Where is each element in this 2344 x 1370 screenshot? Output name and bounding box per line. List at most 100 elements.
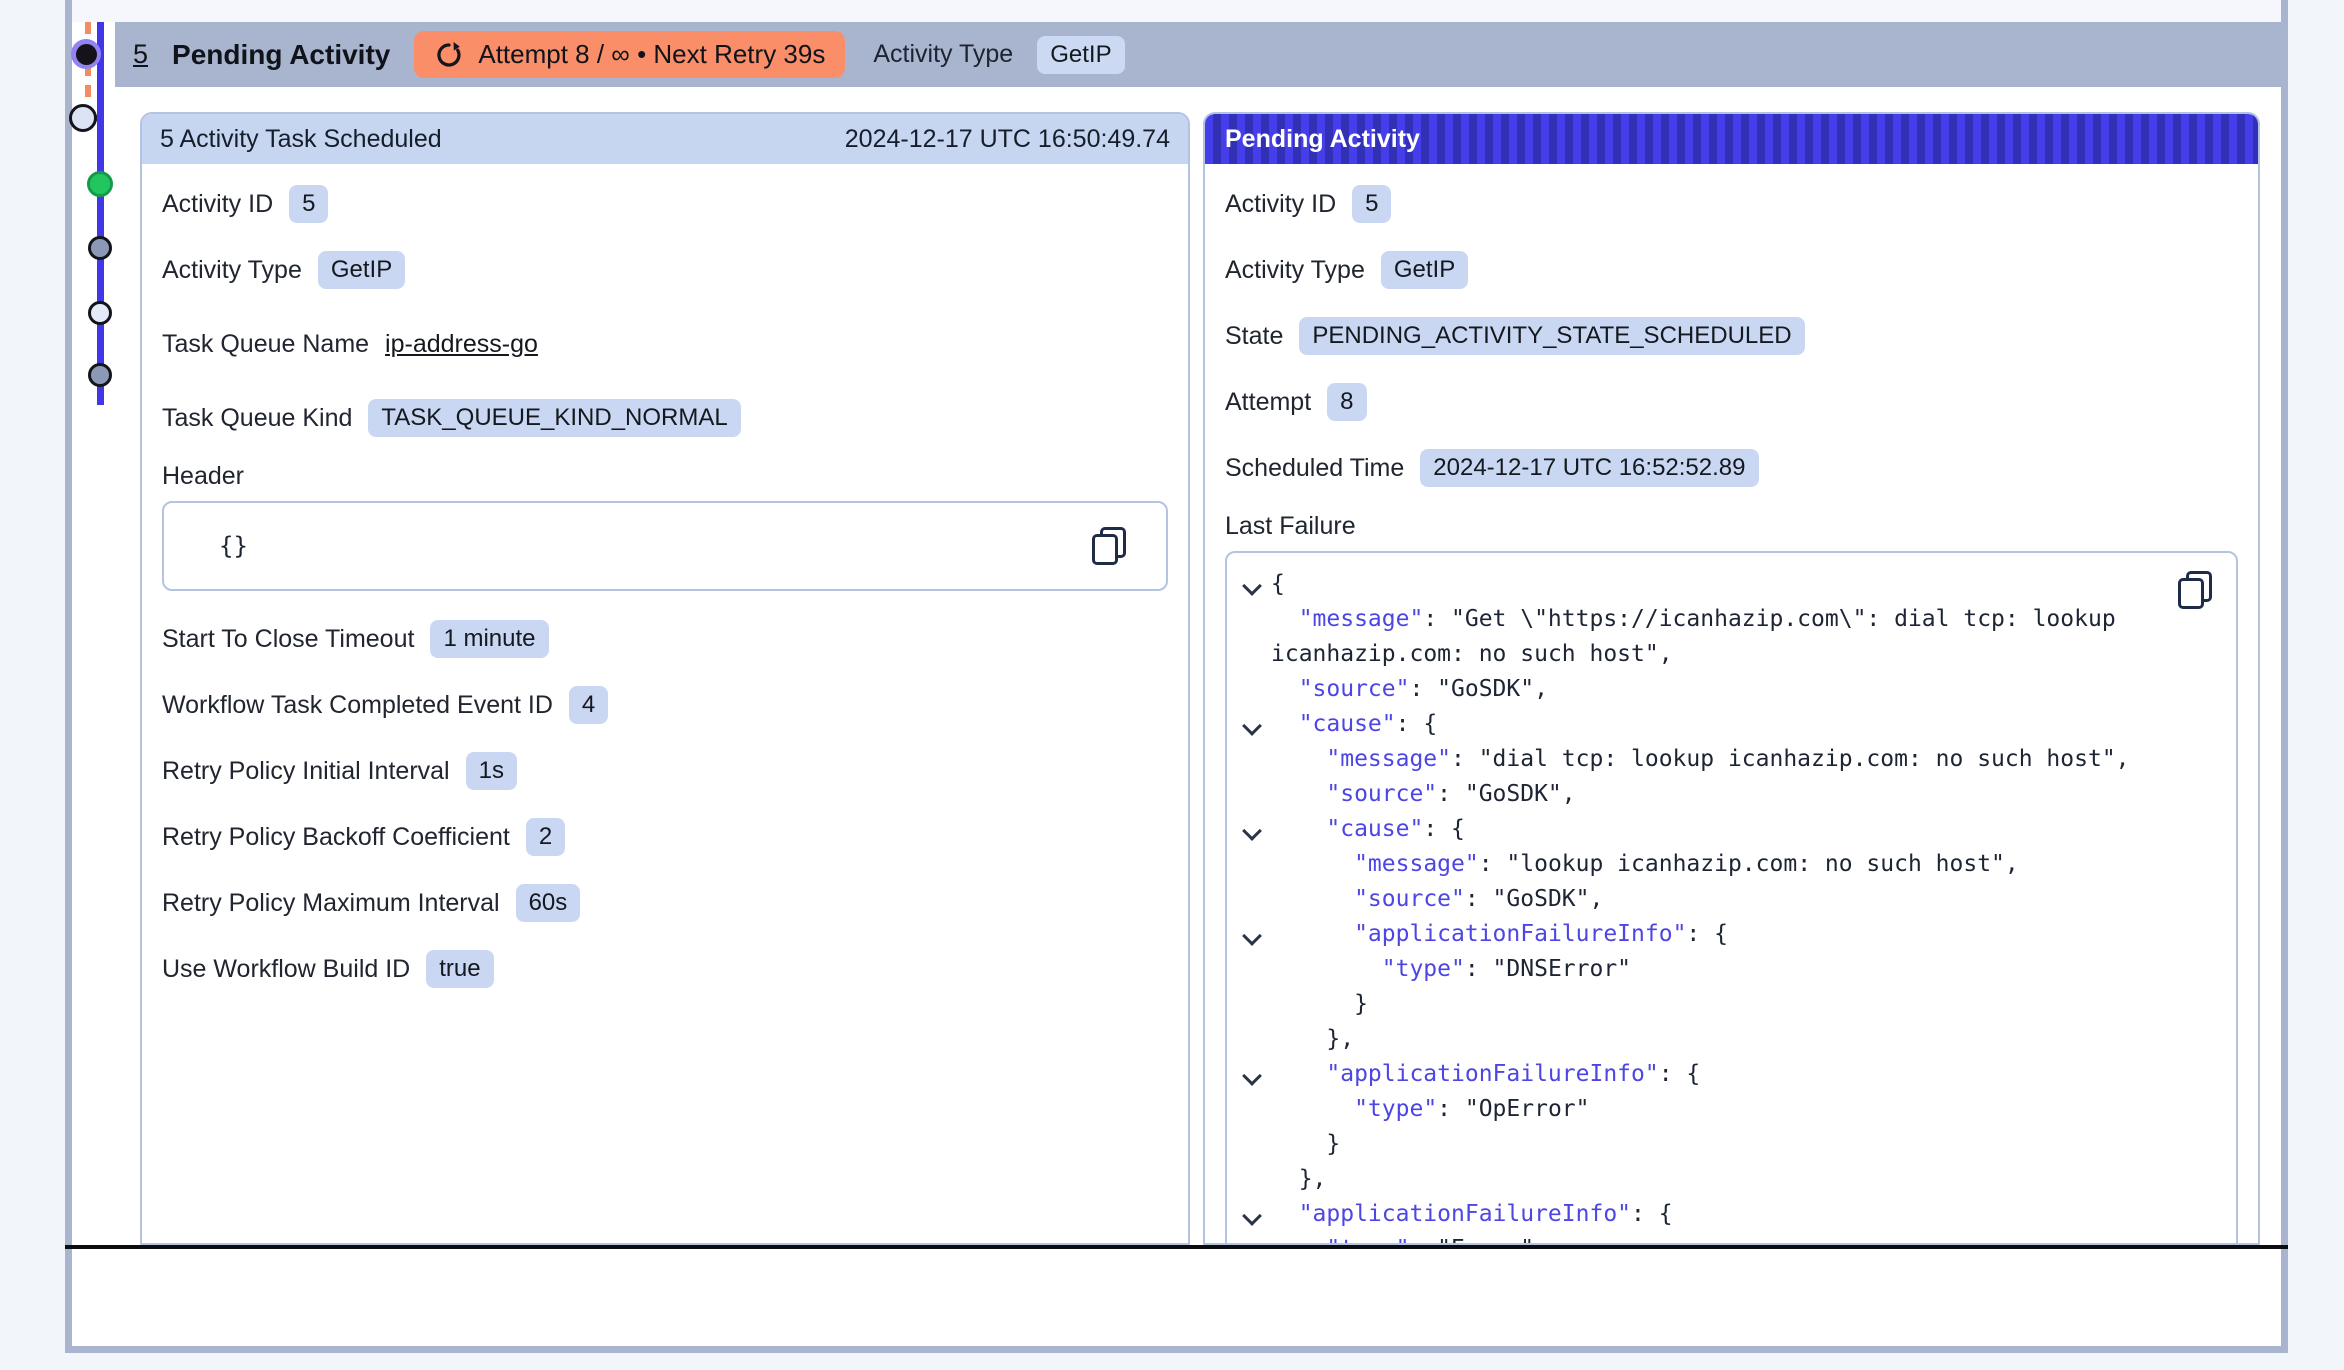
field-value-badge: 2 xyxy=(526,818,565,856)
event-title: Pending Activity xyxy=(172,39,390,71)
field-value-badge: GetIP xyxy=(1381,251,1468,289)
activity-task-scheduled-panel: 5 Activity Task Scheduled 2024-12-17 UTC… xyxy=(140,112,1190,1245)
activity-task-scheduled-body: Activity ID 5 Activity Type GetIP Task Q… xyxy=(142,164,1188,1031)
pending-activity-body: Activity ID 5 Activity Type GetIP State … xyxy=(1205,164,2258,1245)
pending-activity-dot-core xyxy=(76,44,97,65)
field-row: Workflow Task Completed Event ID 4 xyxy=(162,683,1168,727)
field-row: Start To Close Timeout 1 minute xyxy=(162,617,1168,661)
collapse-chevron-icon[interactable] xyxy=(1242,1066,1262,1086)
collapse-chevron-icon[interactable] xyxy=(1242,926,1262,946)
field-label: Scheduled Time xyxy=(1225,454,1404,483)
event-dot-gray xyxy=(88,363,112,387)
json-line: "applicationFailureInfo": { xyxy=(1241,917,2176,952)
json-line: "applicationFailureInfo": { xyxy=(1241,1057,2176,1092)
field-label: Task Queue Kind xyxy=(162,404,352,433)
json-lines: {"message": "Get \"https://icanhazip.com… xyxy=(1241,567,2176,1245)
panel-title: Pending Activity xyxy=(1225,125,1420,154)
field-value-badge: TASK_QUEUE_KIND_NORMAL xyxy=(368,399,740,437)
retry-badge-text: Attempt 8 / ∞ • Next Retry 39s xyxy=(478,39,825,70)
container-border-left xyxy=(65,0,72,1353)
header-payload-value: {} xyxy=(219,532,248,560)
header-section-label: Header xyxy=(162,462,1168,491)
event-row-header[interactable]: 5 Pending Activity Attempt 8 / ∞ • Next … xyxy=(115,22,2281,87)
pagination-footer: 100 1 ← → xyxy=(72,1249,2281,1346)
event-dot-gray xyxy=(88,236,112,260)
field-label: State xyxy=(1225,322,1283,351)
field-row: State PENDING_ACTIVITY_STATE_SCHEDULED xyxy=(1225,314,2238,358)
json-line: "source": "GoSDK", xyxy=(1241,777,2176,812)
field-row: Retry Policy Maximum Interval 60s xyxy=(162,881,1168,925)
field-label: Activity Type xyxy=(162,256,302,285)
json-line: }, xyxy=(1241,1022,2176,1057)
field-label: Attempt xyxy=(1225,388,1311,417)
json-line: "type": "Error" xyxy=(1241,1232,2176,1245)
pending-activity-panel: Pending Activity Activity ID 5 Activity … xyxy=(1203,112,2260,1245)
field-row: Activity ID 5 xyxy=(162,182,1168,226)
field-value-badge: 5 xyxy=(1352,185,1391,223)
json-line: { xyxy=(1241,567,2176,602)
collapse-chevron-icon[interactable] xyxy=(1242,716,1262,736)
json-line: "message": "dial tcp: lookup icanhazip.c… xyxy=(1241,742,2176,777)
event-id-link[interactable]: 5 xyxy=(133,39,148,70)
field-label: Retry Policy Maximum Interval xyxy=(162,889,500,918)
event-dot-white xyxy=(88,301,112,325)
field-value-badge: 60s xyxy=(516,884,581,922)
json-line: "source": "GoSDK", xyxy=(1241,882,2176,917)
field-value-badge: 1 minute xyxy=(430,620,548,658)
json-line: "cause": { xyxy=(1241,707,2176,742)
field-label: Workflow Task Completed Event ID xyxy=(162,691,553,720)
json-line: "cause": { xyxy=(1241,812,2176,847)
retry-attempt-badge: Attempt 8 / ∞ • Next Retry 39s xyxy=(414,31,845,78)
pending-activity-dot xyxy=(71,39,101,69)
field-row: Activity Type GetIP xyxy=(1225,248,2238,292)
event-dot-green xyxy=(87,171,113,197)
temporal-event-detail-view: 5 Pending Activity Attempt 8 / ∞ • Next … xyxy=(0,0,2344,1370)
json-line: icanhazip.com: no such host", xyxy=(1241,637,2176,672)
panel-timestamp: 2024-12-17 UTC 16:50:49.74 xyxy=(845,125,1170,154)
container-border-right xyxy=(2281,0,2288,1353)
field-row: Use Workflow Build ID true xyxy=(162,947,1168,991)
json-line: "source": "GoSDK", xyxy=(1241,672,2176,707)
field-row: Activity ID 5 xyxy=(1225,182,2238,226)
retry-icon xyxy=(434,40,464,70)
field-label: Activity Type xyxy=(1225,256,1365,285)
json-line: }, xyxy=(1241,1162,2176,1197)
field-label: Activity ID xyxy=(162,190,273,219)
container-border-bottom xyxy=(65,1346,2288,1353)
json-line: "message": "lookup icanhazip.com: no suc… xyxy=(1241,847,2176,882)
field-value-badge: 1s xyxy=(466,752,517,790)
last-failure-label: Last Failure xyxy=(1225,512,2238,541)
json-line: "message": "Get \"https://icanhazip.com\… xyxy=(1241,602,2176,637)
copy-button[interactable] xyxy=(1092,527,1126,565)
collapse-chevron-icon[interactable] xyxy=(1242,1206,1262,1226)
pending-activity-header: Pending Activity xyxy=(1205,114,2258,164)
json-line: } xyxy=(1241,1127,2176,1162)
activity-type-value-badge: GetIP xyxy=(1037,36,1124,74)
field-label: Use Workflow Build ID xyxy=(162,955,410,984)
timeline-rail xyxy=(97,22,104,405)
top-strip xyxy=(72,0,2281,22)
copy-button[interactable] xyxy=(2178,571,2212,609)
field-value-badge: PENDING_ACTIVITY_STATE_SCHEDULED xyxy=(1299,317,1804,355)
collapse-chevron-icon[interactable] xyxy=(1242,576,1262,596)
field-row: Retry Policy Initial Interval 1s xyxy=(162,749,1168,793)
field-value-badge: GetIP xyxy=(318,251,405,289)
field-value-badge: true xyxy=(426,950,493,988)
activity-task-scheduled-header: 5 Activity Task Scheduled 2024-12-17 UTC… xyxy=(142,114,1188,164)
task-queue-link[interactable]: ip-address-go xyxy=(385,330,538,359)
field-label: Task Queue Name xyxy=(162,330,369,359)
collapse-chevron-icon[interactable] xyxy=(1242,821,1262,841)
last-failure-json-viewer: {"message": "Get \"https://icanhazip.com… xyxy=(1225,551,2238,1245)
field-label: Retry Policy Backoff Coefficient xyxy=(162,823,510,852)
field-row: Retry Policy Backoff Coefficient 2 xyxy=(162,815,1168,859)
activity-type-label: Activity Type xyxy=(873,40,1013,69)
panel-title: 5 Activity Task Scheduled xyxy=(160,125,442,154)
field-row: Scheduled Time 2024-12-17 UTC 16:52:52.8… xyxy=(1225,446,2238,490)
field-label: Retry Policy Initial Interval xyxy=(162,757,450,786)
field-label: Activity ID xyxy=(1225,190,1336,219)
field-row: Activity Type GetIP xyxy=(162,248,1168,292)
json-line: } xyxy=(1241,987,2176,1022)
scheduled-event-dot xyxy=(69,104,97,132)
json-line: "type": "OpError" xyxy=(1241,1092,2176,1127)
field-row: Attempt 8 xyxy=(1225,380,2238,424)
